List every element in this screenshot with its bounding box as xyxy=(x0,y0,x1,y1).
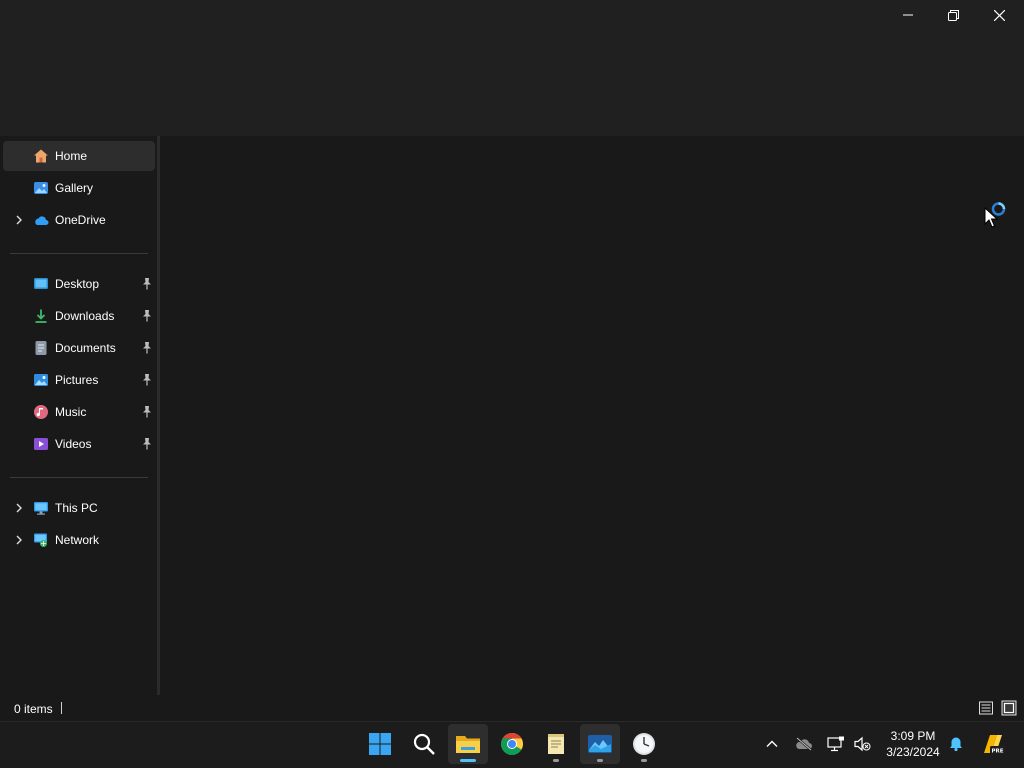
sidebar-item-label: Documents xyxy=(55,341,116,355)
running-app-indicator xyxy=(597,759,603,762)
clock-app-button[interactable] xyxy=(624,724,664,764)
details-view-icon[interactable] xyxy=(978,700,994,716)
title-bar xyxy=(0,0,1024,136)
sidebar-item-label: Network xyxy=(55,533,100,547)
chevron-up-icon xyxy=(766,740,778,747)
status-bar: 0 items xyxy=(0,695,1024,721)
start-icon xyxy=(369,733,391,755)
clock-date-button[interactable]: 3:09 PM 3/23/2024 xyxy=(878,728,948,760)
clock-date: 3/23/2024 xyxy=(886,745,940,759)
sidebar-item-network[interactable]: Network xyxy=(3,525,155,555)
notepad-icon xyxy=(548,734,564,754)
search-button[interactable] xyxy=(404,724,444,764)
search-icon xyxy=(413,733,435,755)
close-button[interactable] xyxy=(976,0,1022,30)
pin-icon xyxy=(143,406,151,418)
sidebar-item-pictures[interactable]: Pictures xyxy=(3,365,155,395)
pin-icon xyxy=(143,310,151,322)
network-icon xyxy=(827,736,844,752)
sidebar-item-label: Gallery xyxy=(55,181,94,195)
status-separator xyxy=(61,702,62,714)
onedrive-icon xyxy=(35,216,49,225)
file-list-area[interactable] xyxy=(160,136,1024,695)
volume-muted-icon xyxy=(854,736,871,752)
running-app-indicator xyxy=(553,759,559,762)
minimize-icon xyxy=(903,14,913,16)
clock-time: 3:09 PM xyxy=(890,729,936,743)
music-icon xyxy=(34,405,48,419)
pictures-icon xyxy=(34,374,48,386)
sidebar-item-label: Videos xyxy=(55,437,92,451)
minimize-button[interactable] xyxy=(885,0,931,30)
videos-icon xyxy=(34,438,48,450)
running-app-indicator xyxy=(641,759,647,762)
chevron-right-icon[interactable] xyxy=(13,214,25,226)
sidebar-item-label: Pictures xyxy=(55,373,99,387)
photos-app-button[interactable] xyxy=(580,724,620,764)
close-icon xyxy=(993,9,1005,21)
notifications-button[interactable] xyxy=(946,734,966,754)
clock-app-icon xyxy=(633,733,655,755)
busy-cursor-icon xyxy=(984,202,1006,228)
active-app-indicator xyxy=(460,759,476,762)
gallery-icon xyxy=(34,182,48,194)
sidebar-item-this-pc[interactable]: This PC xyxy=(3,493,155,523)
photos-app-icon xyxy=(588,735,612,753)
large-icons-view-icon[interactable] xyxy=(1001,700,1017,716)
sidebar-item-label: Home xyxy=(55,149,88,163)
file-explorer-button[interactable] xyxy=(448,724,488,764)
chevron-right-icon[interactable] xyxy=(13,534,25,546)
sidebar-item-music[interactable]: Music xyxy=(3,397,155,427)
sidebar-item-gallery[interactable]: Gallery xyxy=(3,173,155,203)
pin-icon xyxy=(143,342,151,354)
chrome-icon xyxy=(501,733,523,755)
file-explorer-icon xyxy=(456,736,480,753)
notepad-button[interactable] xyxy=(536,724,576,764)
sidebar-item-desktop[interactable]: Desktop xyxy=(3,269,155,299)
pin-icon xyxy=(143,374,151,386)
sidebar-item-label: Desktop xyxy=(55,277,100,291)
show-hidden-icons-button[interactable] xyxy=(762,734,782,754)
network-icon xyxy=(34,533,47,547)
copilot-pre-icon: PRE xyxy=(984,735,1005,755)
sidebar-item-documents[interactable]: Documents xyxy=(3,333,155,363)
sidebar-item-videos[interactable]: Videos xyxy=(3,429,155,459)
sidebar-item-label: Music xyxy=(55,405,87,419)
sidebar-item-onedrive[interactable]: OneDrive xyxy=(3,205,155,235)
onedrive-status-button[interactable] xyxy=(794,734,814,754)
chrome-button[interactable] xyxy=(492,724,532,764)
sidebar-item-home[interactable]: Home xyxy=(3,141,155,171)
start-button[interactable] xyxy=(360,724,400,764)
desktop-icon xyxy=(34,278,48,289)
notification-bell-icon xyxy=(950,737,962,752)
sidebar-item-label: Downloads xyxy=(55,309,115,323)
home-icon xyxy=(34,149,48,163)
volume-button[interactable] xyxy=(852,734,872,754)
pin-icon xyxy=(143,438,151,450)
restore-icon xyxy=(947,9,959,21)
chevron-right-icon[interactable] xyxy=(13,502,25,514)
item-count: 0 items xyxy=(14,702,53,716)
documents-icon xyxy=(35,341,47,355)
pin-icon xyxy=(143,278,151,290)
downloads-icon xyxy=(35,309,47,323)
network-status-button[interactable] xyxy=(826,734,846,754)
sidebar-item-label: OneDrive xyxy=(55,213,106,227)
sidebar-divider xyxy=(10,477,148,478)
taskbar: 3:09 PM 3/23/2024 PRE xyxy=(0,721,1024,768)
restore-button[interactable] xyxy=(930,0,976,30)
onedrive-offline-icon xyxy=(796,737,812,751)
sidebar-item-downloads[interactable]: Downloads xyxy=(3,301,155,331)
sidebar-divider xyxy=(10,253,148,254)
copilot-button[interactable]: PRE xyxy=(980,731,1006,757)
svg-text:PRE: PRE xyxy=(991,749,1003,755)
this-pc-icon xyxy=(34,502,48,515)
navigation-pane: Home Gallery OneDrive Desktop Downloads … xyxy=(0,136,157,695)
sidebar-item-label: This PC xyxy=(55,501,98,515)
